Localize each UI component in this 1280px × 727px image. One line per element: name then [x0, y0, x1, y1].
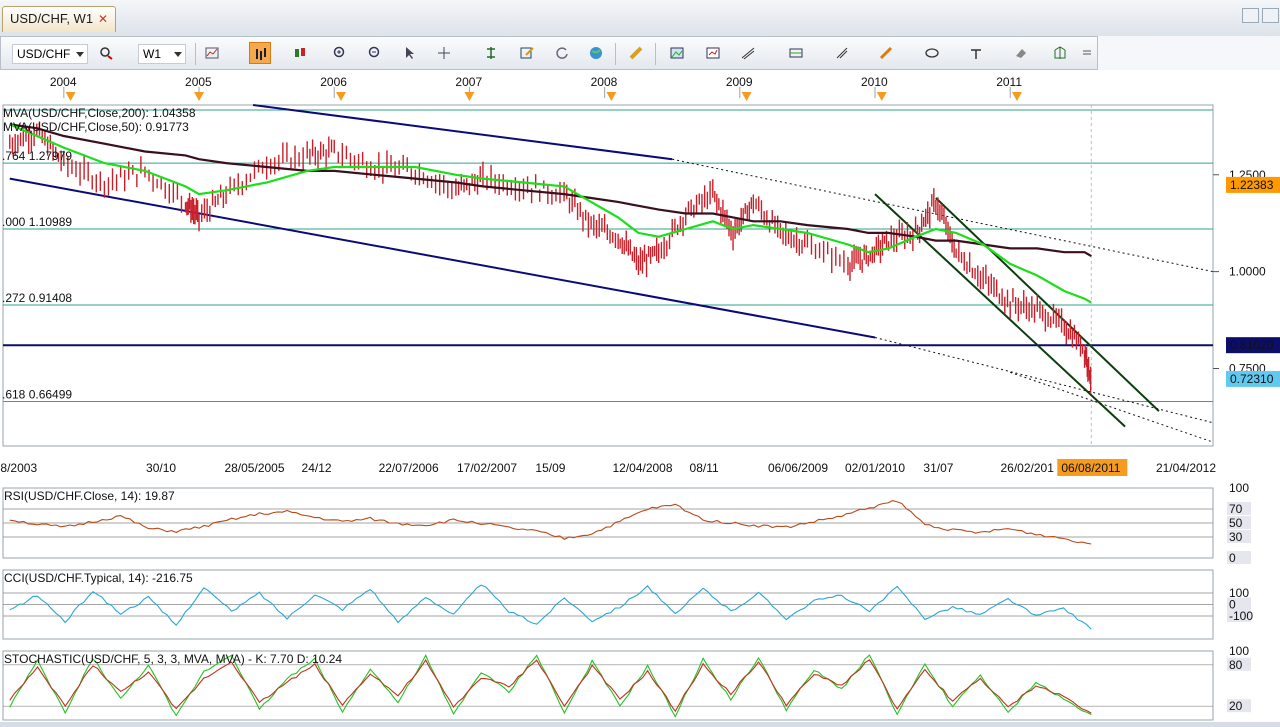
date-label: 24/12 — [302, 461, 332, 475]
date-label: 06/08/2011 — [1061, 461, 1120, 475]
zoom-in-icon[interactable] — [329, 42, 351, 64]
indicator-tick-label: 0 — [1229, 551, 1236, 565]
year-label: 2004 — [50, 75, 77, 89]
chevron-down-icon — [76, 52, 84, 57]
bar-chart-icon[interactable] — [249, 42, 271, 64]
indicator-title: STOCHASTIC(USD/CHF, 5, 3, 3, MVA, MVA) -… — [4, 652, 342, 666]
indicator-tick-label: 80 — [1229, 658, 1243, 672]
date-label: 31/07 — [923, 461, 953, 475]
year-axis: 2004 2005 2006 2007 2008 2009 2010 2011 — [0, 70, 1213, 101]
chevron-down-icon — [174, 52, 182, 57]
indicator-tick-label: 20 — [1229, 699, 1243, 713]
date-label: 15/09 — [535, 461, 565, 475]
channel-tool-icon[interactable] — [785, 42, 807, 64]
year-label: 2010 — [861, 75, 888, 89]
date-label: 30/10 — [146, 461, 176, 475]
year-label: 2006 — [320, 75, 347, 89]
more-icon[interactable] — [1079, 42, 1093, 64]
close-icon[interactable]: ✕ — [97, 13, 109, 25]
text-icon[interactable] — [965, 42, 987, 64]
year-label: 2011 — [996, 75, 1022, 89]
candlestick-icon[interactable] — [289, 42, 311, 64]
year-label: 2008 — [591, 75, 618, 89]
y-tick-label: 1.0000 — [1229, 265, 1266, 279]
pen-icon[interactable] — [875, 42, 897, 64]
date-label: 17/02/2007 — [457, 461, 517, 475]
fib-level-label: .764 1.27979 — [2, 149, 72, 163]
date-label: 02/01/2010 — [845, 461, 905, 475]
ruler-icon[interactable] — [625, 42, 647, 64]
period-separator-icon[interactable] — [480, 42, 502, 64]
chart-type-icon[interactable] — [201, 42, 223, 64]
properties-icon[interactable] — [516, 42, 538, 64]
symbol-value: USD/CHF — [17, 47, 71, 61]
year-label: 2009 — [726, 75, 753, 89]
refresh-icon[interactable] — [551, 42, 573, 64]
separator — [615, 43, 616, 65]
price-tag-label: 0.72310 — [1230, 372, 1274, 386]
year-label: 2005 — [185, 75, 212, 89]
stochastic-panel: 10080 20 STOCHASTIC(USD/CHF, 5, 3, 3, MVA,… — [2, 644, 1251, 721]
date-label: 21/04/2012 — [1156, 461, 1216, 475]
horizontal-scrollbar[interactable] — [0, 722, 1280, 727]
separator — [655, 43, 656, 65]
symbol-select[interactable]: USD/CHF — [12, 44, 88, 64]
timeframe-select[interactable]: W1 — [138, 44, 186, 64]
toolbar: USD/CHF W1 — [0, 36, 1098, 70]
toolbar-filler — [1098, 36, 1280, 70]
indicator-title: RSI(USD/CHF.Close, 14): 19.87 — [4, 489, 175, 503]
restore-icon[interactable] — [1242, 8, 1259, 23]
symbol-search-icon[interactable] — [96, 42, 118, 64]
zoom-out-icon[interactable] — [364, 42, 386, 64]
indicator-tick-label: 100 — [1229, 644, 1249, 658]
crosshair-icon[interactable] — [433, 42, 455, 64]
cursor-icon[interactable] — [399, 42, 421, 64]
tab-bar: USD/CHF, W1 ✕ — [0, 0, 1280, 37]
indicator-tick-label: 100 — [1229, 481, 1249, 495]
date-label: 26/02/201 — [1000, 461, 1054, 475]
separator — [195, 43, 196, 65]
date-label: 22/07/2006 — [379, 461, 439, 475]
tab-usdchf-w1[interactable]: USD/CHF, W1 ✕ — [2, 6, 116, 32]
date-label: 08/11 — [690, 461, 719, 475]
price-tag-label: 1.22383 — [1230, 178, 1274, 192]
maximize-icon[interactable] — [1262, 8, 1279, 23]
indicator-title: CCI(USD/CHF.Typical, 14): -216.75 — [4, 571, 193, 585]
timeframe-value: W1 — [143, 47, 161, 61]
date-label: 06/06/2009 — [768, 461, 828, 475]
year-label: 2007 — [455, 75, 482, 89]
ma200-legend: MVA(USD/CHF,Close,200): 1.04358 — [3, 106, 196, 120]
rsi-panel: 100 705030 0 RSI(USD/CHF.Close, 14): 19.87 — [2, 481, 1251, 565]
date-label: 12/04/2008 — [612, 461, 672, 475]
indicator-tick-label: -100 — [1229, 609, 1253, 623]
tab-title: USD/CHF, W1 — [10, 11, 94, 26]
eraser-icon[interactable] — [1009, 42, 1031, 64]
fib-level-label: .272 0.91408 — [2, 291, 72, 305]
price-tag-label: 0.81020 — [1230, 338, 1274, 352]
template-icon[interactable] — [702, 42, 724, 64]
fib-level-label: .618 0.66499 — [2, 387, 72, 401]
indicator-tick-label: 70 — [1229, 502, 1243, 516]
line-tool-icon[interactable] — [737, 42, 759, 64]
date-label: 28/05/2005 — [224, 461, 284, 475]
cci-panel: 1000-100CCI(USD/CHF.Typical, 14): -216.7… — [2, 569, 1253, 640]
image-icon[interactable] — [666, 42, 688, 64]
fibonacci-icon[interactable] — [831, 42, 853, 64]
indicator-tick-label: 30 — [1229, 530, 1243, 544]
indicators-icon[interactable] — [1049, 42, 1071, 64]
indicator-tick-label: 50 — [1229, 516, 1243, 530]
ma50-legend: MVA(USD/CHF,Close,50): 0.91773 — [3, 120, 189, 134]
ellipse-icon[interactable] — [921, 42, 943, 64]
globe-icon[interactable] — [585, 42, 607, 64]
fib-level-label: .000 1.10989 — [2, 215, 72, 229]
date-label: 26/08/2003 — [0, 461, 37, 475]
chart-area[interactable]: 2004 2005 2006 2007 2008 2009 2010 2011 MVA(USD… — [0, 70, 1280, 727]
